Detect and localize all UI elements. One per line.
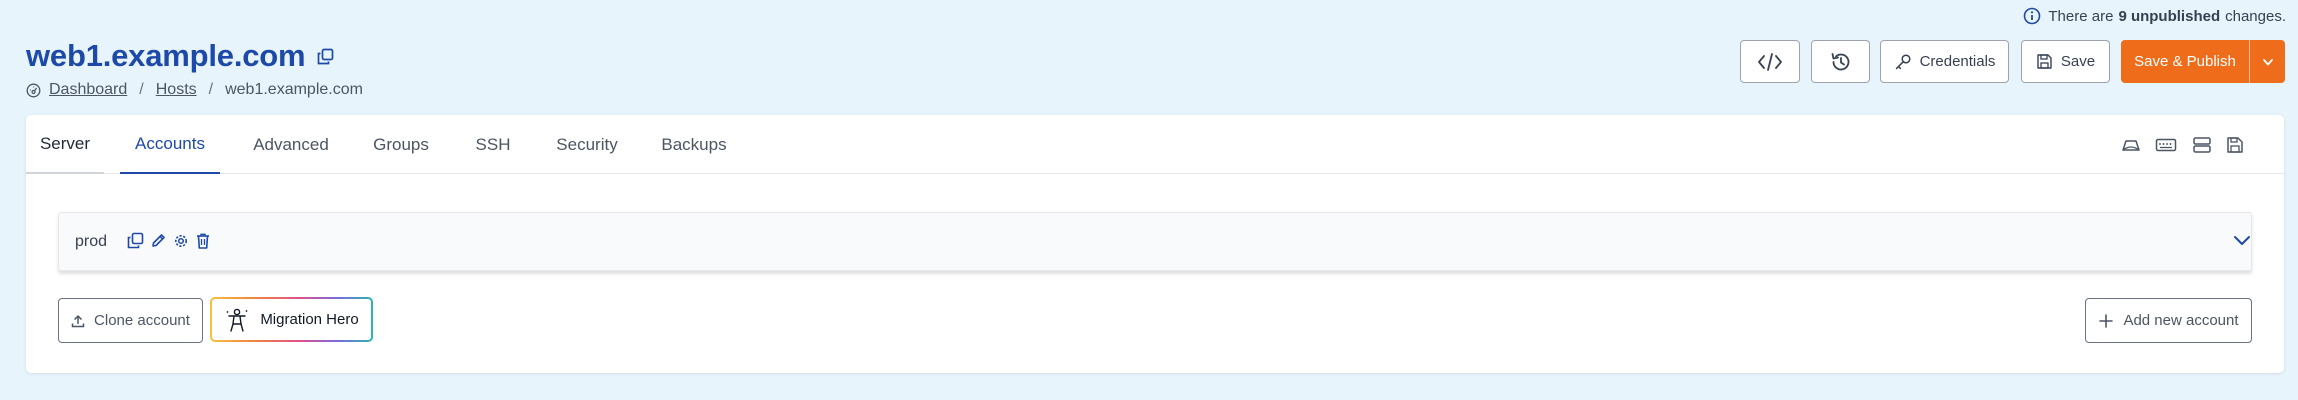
info-icon [2023,7,2041,25]
tab-security[interactable]: Security [546,115,628,174]
tab-ssh[interactable]: SSH [464,115,522,174]
tab-server[interactable]: Server [26,115,104,174]
add-label: Add new account [2123,312,2239,329]
save-publish-split-button: Save & Publish [2121,40,2285,83]
tab-advanced[interactable]: Advanced [244,115,338,174]
unpublished-notice: There are 9 unpublished changes. [2023,7,2286,25]
gear-icon[interactable] [173,232,189,250]
trash-icon[interactable] [195,232,211,250]
save-publish-button[interactable]: Save & Publish [2121,40,2249,83]
keyboard-icon[interactable] [2155,135,2177,155]
tab-accounts[interactable]: Accounts [120,115,220,174]
page-title: web1.example.com [26,38,306,73]
chevron-down-icon [2261,55,2275,69]
dashboard-icon [26,83,41,98]
breadcrumb-separator: / [139,81,144,98]
tab-label: Server [39,133,91,153]
breadcrumb-current: web1.example.com [225,81,363,98]
breadcrumb-dashboard[interactable]: Dashboard [49,81,127,99]
breadcrumb: Dashboard / Hosts / web1.example.com [26,81,363,99]
notice-prefix: There are [2048,7,2114,25]
account-row-prod[interactable]: prod [58,212,2252,271]
migration-hero-button[interactable]: Migration Hero [210,297,373,342]
clone-label: Clone account [94,312,190,329]
chevron-down-icon[interactable] [2232,230,2252,250]
credentials-label: Credentials [1919,53,1996,70]
tab-label: Accounts [135,133,205,153]
tab-label: Groups [373,134,429,154]
tab-label: SSH [475,134,511,154]
floppy-icon [2036,53,2053,70]
breadcrumb-hosts[interactable]: Hosts [156,81,197,99]
tab-label: Advanced [253,134,329,154]
notice-count: 9 unpublished [2118,7,2221,25]
hero-label: Migration Hero [260,311,359,328]
tab-bar: Server Accounts Advanced Groups SSH Secu… [26,115,2284,174]
save-button[interactable]: Save [2021,40,2110,83]
add-new-account-button[interactable]: Add new account [2085,298,2252,343]
tab-groups[interactable]: Groups [362,115,440,174]
clone-account-button[interactable]: Clone account [58,298,203,343]
upload-icon [71,314,85,328]
key-icon [1894,53,1912,71]
hero-figure-icon [224,307,250,333]
credentials-button[interactable]: Credentials [1880,40,2009,83]
breadcrumb-separator: / [208,81,214,98]
copy-icon[interactable] [127,232,144,250]
host-editor-card: Server Accounts Advanced Groups SSH Secu… [26,115,2284,373]
publish-dropdown-button[interactable] [2249,40,2285,83]
tab-backups[interactable]: Backups [652,115,736,174]
server-icon[interactable] [2192,135,2212,155]
page-header: web1.example.com [26,38,334,74]
history-icon [1829,50,1853,74]
code-icon [1757,52,1783,72]
publish-label: Save & Publish [2134,53,2236,70]
pencil-icon[interactable] [150,232,167,250]
tab-label: Backups [661,134,727,154]
account-name: prod [75,232,108,250]
save-label: Save [2060,53,2096,70]
notice-suffix: changes. [2225,7,2286,25]
cloud-icon[interactable] [2120,135,2142,155]
copy-icon[interactable] [317,48,334,65]
code-view-button[interactable] [1740,40,1800,83]
floppy-icon[interactable] [2226,135,2244,155]
plus-icon [2098,313,2114,329]
history-button[interactable] [1811,40,1870,83]
tab-label: Security [556,134,618,154]
